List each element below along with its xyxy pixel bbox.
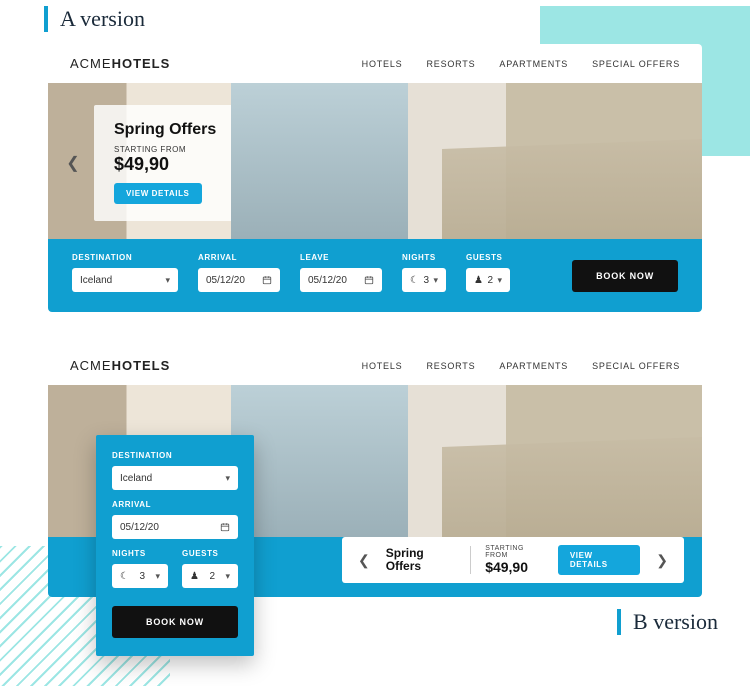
variant-b-card: ACMEHOTELS HOTELS RESORTS APARTMENTS SPE…: [48, 346, 702, 597]
destination-select[interactable]: Iceland ▾: [112, 466, 238, 490]
starting-from-label: STARTING FROM: [485, 545, 544, 559]
nav-resorts[interactable]: RESORTS: [426, 361, 475, 371]
guests-select[interactable]: ♟ 2 ▾: [466, 268, 510, 292]
chevron-down-icon: ▾: [433, 275, 438, 286]
nav-resorts[interactable]: RESORTS: [426, 59, 475, 69]
chevron-down-icon: ▾: [225, 473, 230, 484]
nights-value: 3: [423, 275, 429, 286]
brand-acme: ACME: [70, 56, 112, 71]
nav-hotels[interactable]: HOTELS: [362, 361, 403, 371]
leave-date-input[interactable]: 05/12/20: [300, 268, 382, 292]
label-bar: [44, 6, 48, 32]
arrival-label: ARRIVAL: [198, 253, 280, 262]
offer-price-wrap: STARTING FROM $49,90: [485, 545, 544, 575]
destination-value: Iceland: [80, 275, 112, 286]
moon-icon: ☾: [120, 571, 129, 582]
moon-icon: ☾: [410, 275, 419, 286]
hero-image: ❮ ❯ Spring Offers STARTING FROM $49,90 V…: [48, 83, 702, 239]
nav-apartments[interactable]: APARTMENTS: [499, 59, 568, 69]
guests-field-b: GUESTS ♟ 2 ▾: [182, 549, 238, 588]
nav-special-offers[interactable]: SPECIAL OFFERS: [592, 361, 680, 371]
guests-field: GUESTS ♟ 2 ▾: [466, 253, 510, 292]
arrival-label: ARRIVAL: [112, 500, 238, 509]
offer-title-wrap: Spring Offers: [386, 547, 457, 573]
next-arrow-icon[interactable]: ❯: [320, 153, 338, 173]
destination-field-b: DESTINATION Iceland ▾: [112, 451, 238, 490]
nights-select[interactable]: ☾ 3 ▾: [402, 268, 446, 292]
nights-field: NIGHTS ☾ 3 ▾: [402, 253, 446, 292]
nav-special-offers[interactable]: SPECIAL OFFERS: [592, 59, 680, 69]
book-now-button-b[interactable]: BOOK NOW: [112, 606, 238, 638]
divider: [470, 546, 471, 574]
brand-hotels: HOTELS: [112, 358, 171, 373]
brand-acme: ACME: [70, 358, 112, 373]
arrival-field: ARRIVAL 05/12/20: [198, 253, 280, 292]
nights-label: NIGHTS: [112, 549, 168, 558]
offer-price: $49,90: [114, 154, 288, 175]
arrival-date-input[interactable]: 05/12/20: [112, 515, 238, 539]
offer-title: Spring Offers: [114, 121, 288, 139]
person-icon: ♟: [190, 571, 199, 582]
guests-label: GUESTS: [182, 549, 238, 558]
top-nav: ACMEHOTELS HOTELS RESORTS APARTMENTS SPE…: [48, 44, 702, 83]
version-b-text: B version: [633, 609, 718, 635]
chevron-down-icon: ▾: [155, 571, 160, 582]
brand-logo[interactable]: ACMEHOTELS: [70, 56, 170, 71]
brand-logo-b[interactable]: ACMEHOTELS: [70, 358, 170, 373]
chevron-down-icon: ▾: [225, 571, 230, 582]
next-arrow-icon[interactable]: ❯: [654, 552, 670, 569]
destination-select[interactable]: Iceland ▾: [72, 268, 178, 292]
prev-arrow-icon[interactable]: ❮: [356, 552, 372, 569]
leave-label: LEAVE: [300, 253, 382, 262]
offer-price: $49,90: [485, 559, 544, 575]
guests-value: 2: [209, 571, 215, 582]
destination-value: Iceland: [120, 473, 152, 484]
hero-image-b: DESTINATION Iceland ▾ ARRIVAL 05/12/20 N…: [48, 385, 702, 537]
calendar-icon: [220, 522, 230, 532]
offer-title: Spring Offers: [386, 547, 457, 573]
offer-strip: ❮ Spring Offers STARTING FROM $49,90 VIE…: [342, 537, 684, 583]
arrival-value: 05/12/20: [120, 522, 159, 533]
search-bar: DESTINATION Iceland ▾ ARRIVAL 05/12/20 L…: [48, 239, 702, 312]
view-details-button-b[interactable]: VIEW DETAILS: [558, 545, 640, 575]
calendar-icon: [262, 275, 272, 285]
book-now-button[interactable]: BOOK NOW: [572, 260, 678, 292]
guests-value: 2: [487, 275, 493, 286]
leave-field: LEAVE 05/12/20: [300, 253, 382, 292]
prev-arrow-icon[interactable]: ❮: [64, 153, 82, 173]
chevron-down-icon: ▾: [497, 275, 502, 286]
nav-links: HOTELS RESORTS APARTMENTS SPECIAL OFFERS: [362, 59, 680, 69]
arrival-field-b: ARRIVAL 05/12/20: [112, 500, 238, 539]
destination-label: DESTINATION: [72, 253, 178, 262]
person-icon: ♟: [474, 275, 483, 286]
calendar-icon: [364, 275, 374, 285]
variant-a-card: ACMEHOTELS HOTELS RESORTS APARTMENTS SPE…: [48, 44, 702, 312]
leave-value: 05/12/20: [308, 275, 347, 286]
arrival-date-input[interactable]: 05/12/20: [198, 268, 280, 292]
destination-label: DESTINATION: [112, 451, 238, 460]
starting-from-label: STARTING FROM: [114, 145, 288, 154]
guests-select[interactable]: ♟ 2 ▾: [182, 564, 238, 588]
version-a-text: A version: [60, 6, 145, 32]
nights-label: NIGHTS: [402, 253, 446, 262]
guests-label: GUESTS: [466, 253, 510, 262]
top-nav-b: ACMEHOTELS HOTELS RESORTS APARTMENTS SPE…: [48, 346, 702, 385]
nav-apartments[interactable]: APARTMENTS: [499, 361, 568, 371]
destination-field: DESTINATION Iceland ▾: [72, 253, 178, 292]
arrival-value: 05/12/20: [206, 275, 245, 286]
view-details-button[interactable]: VIEW DETAILS: [114, 183, 202, 204]
nights-select[interactable]: ☾ 3 ▾: [112, 564, 168, 588]
brand-hotels: HOTELS: [112, 56, 171, 71]
label-bar: [617, 609, 621, 635]
nav-links-b: HOTELS RESORTS APARTMENTS SPECIAL OFFERS: [362, 361, 680, 371]
nights-value: 3: [139, 571, 145, 582]
offer-overlay: ❮ ❯ Spring Offers STARTING FROM $49,90 V…: [94, 105, 308, 221]
side-search-panel: DESTINATION Iceland ▾ ARRIVAL 05/12/20 N…: [96, 435, 254, 656]
nav-hotels[interactable]: HOTELS: [362, 59, 403, 69]
chevron-down-icon: ▾: [165, 275, 170, 286]
nights-field-b: NIGHTS ☾ 3 ▾: [112, 549, 168, 588]
